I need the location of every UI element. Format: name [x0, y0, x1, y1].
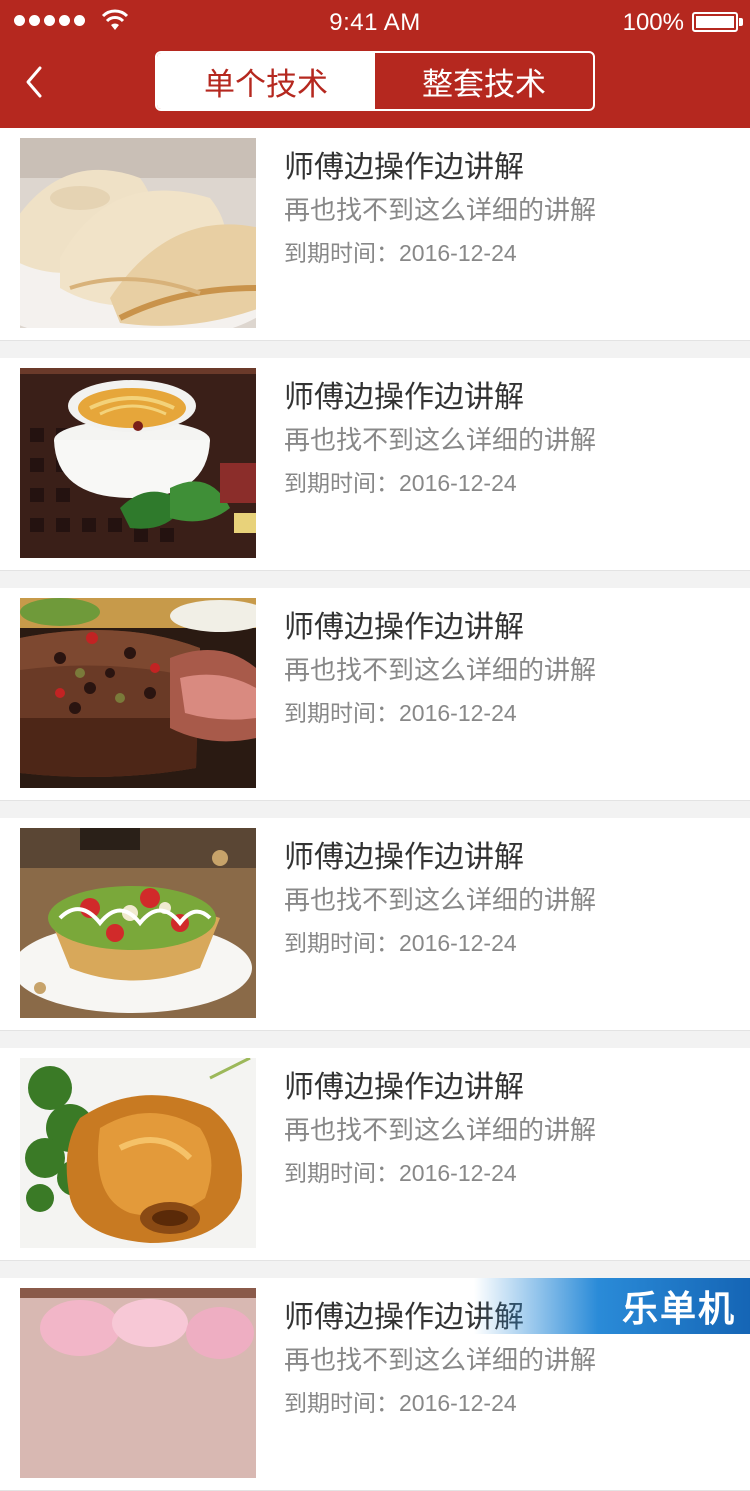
item-title: 师傅边操作边讲解 [284, 381, 524, 414]
chevron-left-icon[interactable] [18, 62, 54, 102]
list-item[interactable]: 师傅边操作边讲解 再也找不到这么详细的讲解 到期时间：2016-12-24 [0, 588, 750, 801]
list-item[interactable]: 师傅边操作边讲解 再也找不到这么详细的讲解 到期时间：2016-12-24 [0, 818, 750, 1031]
watermark-logo: 乐单机 [474, 1278, 750, 1334]
item-title: 师傅边操作边讲解 [284, 611, 524, 644]
pink-dessert-image [20, 1288, 256, 1478]
battery-icon [692, 12, 738, 32]
item-description: 再也找不到这么详细的讲解 [284, 1115, 597, 1145]
item-description: 再也找不到这么详细的讲解 [284, 425, 597, 455]
braised-trotter-image [20, 1058, 256, 1248]
list-item[interactable]: 师傅边操作边讲解 再也找不到这么详细的讲解 到期时间：2016-12-24 [0, 358, 750, 571]
item-title: 师傅边操作边讲解 [284, 151, 524, 184]
item-expiry-date: 到期时间：2016-12-24 [284, 240, 517, 266]
header-bar: 9:41 AM 100% 单个技术 整套技术 [0, 0, 750, 128]
item-expiry-date: 到期时间：2016-12-24 [284, 1390, 517, 1416]
item-description: 再也找不到这么详细的讲解 [284, 885, 597, 915]
item-title: 师傅边操作边讲解 [284, 841, 524, 874]
tab-single-technique[interactable]: 单个技术 [157, 53, 375, 109]
steak-image [20, 598, 256, 788]
item-expiry-date: 到期时间：2016-12-24 [284, 1160, 517, 1186]
list-item[interactable]: 师傅边操作边讲解 再也找不到这么详细的讲解 到期时间：2016-12-24 [0, 128, 750, 341]
item-expiry-date: 到期时间：2016-12-24 [284, 700, 517, 726]
battery-percentage: 100% [622, 9, 684, 36]
item-description: 再也找不到这么详细的讲解 [284, 195, 597, 225]
watermark-text: 乐单机 [621, 1288, 736, 1329]
item-description: 再也找不到这么详细的讲解 [284, 1345, 597, 1375]
list-item[interactable]: 师傅边操作边讲解 再也找不到这么详细的讲解 到期时间：2016-12-24 [0, 1048, 750, 1261]
item-expiry-date: 到期时间：2016-12-24 [284, 930, 517, 956]
dumplings-image [20, 138, 256, 328]
tab-full-technique[interactable]: 整套技术 [375, 53, 593, 109]
item-expiry-date: 到期时间：2016-12-24 [284, 470, 517, 496]
item-title: 师傅边操作边讲解 [284, 1071, 524, 1104]
tab-switcher: 单个技术 整套技术 [155, 51, 595, 111]
soup-image [20, 368, 256, 558]
fruit-salad-image [20, 828, 256, 1018]
status-bar: 9:41 AM 100% [0, 0, 750, 44]
item-description: 再也找不到这么详细的讲解 [284, 655, 597, 685]
